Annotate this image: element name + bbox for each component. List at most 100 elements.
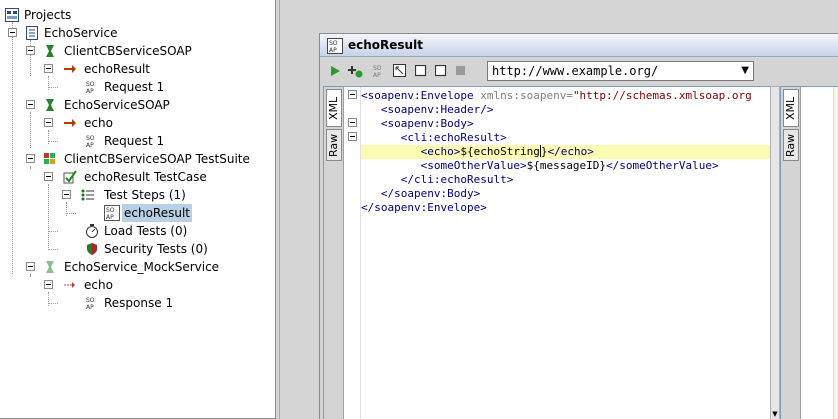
response-xml-pane[interactable]: XML Raw [780, 86, 838, 419]
run-icon[interactable] [326, 62, 344, 80]
code-line: </soapenv:Body> [380, 187, 481, 200]
soap-request-icon[interactable]: SO AP [370, 62, 388, 80]
vertical-scrollbar[interactable]: ▼ [770, 86, 780, 419]
tree-label: EchoService_MockService [64, 260, 220, 274]
tree-item-response-1[interactable]: SO AP Response 1 [0, 294, 270, 312]
mockservice-icon [42, 259, 58, 275]
tree-label: Request 1 [104, 80, 165, 94]
code-line: <soapenv:Envelope xmlns:soapenv="http://… [361, 89, 752, 102]
svg-text:AP: AP [329, 47, 337, 54]
tab-raw[interactable]: Raw [783, 129, 799, 161]
split-horizontal-icon[interactable] [432, 62, 450, 80]
request-xml-pane[interactable]: XML Raw <soapenv:Envelope xmlns:soapenv=… [323, 86, 777, 419]
response-view-tabs: XML Raw [781, 87, 801, 419]
tab-xml[interactable]: XML [783, 89, 799, 127]
code-line: <cli:echoResult> [400, 131, 507, 144]
request-icon: SO AP [84, 79, 100, 95]
tree-label: EchoServiceSOAP [64, 98, 170, 112]
security-icon [84, 241, 100, 257]
tree-label: echoResult [122, 204, 193, 222]
collapse-toggle[interactable] [62, 190, 71, 199]
tree-item-echo-operation[interactable]: echo [0, 114, 270, 132]
svg-text:AP: AP [373, 72, 381, 79]
tree-label: ClientCBServiceSOAP [64, 44, 192, 58]
collapse-toggle[interactable] [8, 28, 17, 37]
request-icon: SO AP [84, 133, 100, 149]
fold-gutter [345, 87, 361, 419]
svg-text:AP: AP [86, 142, 94, 148]
interface-icon [42, 97, 58, 113]
tree-label: echoResult TestCase [84, 170, 207, 184]
response-icon: SO AP [84, 295, 100, 311]
tree-item-security-tests[interactable]: Security Tests (0) [0, 240, 270, 258]
tree-label: echo [84, 278, 113, 292]
svg-text:SO: SO [86, 81, 95, 88]
tree-item-mockservice[interactable]: EchoService_MockService [0, 258, 270, 276]
tree-item-echoservice[interactable]: EchoService [0, 24, 270, 42]
code-line-current: <echo>${echoString}</echo> [361, 145, 776, 159]
collapse-toggle[interactable] [26, 100, 35, 109]
collapse-toggle[interactable] [26, 46, 35, 55]
svg-text:AP: AP [106, 214, 114, 220]
collapse-toggle[interactable] [44, 64, 53, 73]
tab-xml[interactable]: XML [326, 89, 342, 127]
tree-item-mock-echo[interactable]: echo [0, 276, 270, 294]
tree-label: echo [84, 116, 113, 130]
endpoint-value: http://www.example.org/ [492, 64, 659, 78]
scroll-down-icon[interactable]: ▼ [771, 409, 779, 419]
teststeps-icon [80, 187, 96, 203]
split-vertical-icon[interactable] [412, 62, 430, 80]
svg-text:SO: SO [86, 297, 95, 304]
collapse-toggle[interactable] [44, 280, 53, 289]
splitter[interactable] [279, 0, 280, 419]
projects-icon [4, 7, 20, 23]
code-line: <soapenv:Header/> [380, 103, 494, 116]
collapse-toggle[interactable] [26, 154, 35, 163]
tree-item-test-steps[interactable]: Test Steps (1) [0, 186, 270, 204]
code-line: </cli:echoResult> [400, 173, 514, 186]
tree-item-clientcbservicesoap[interactable]: ClientCBServiceSOAP [0, 42, 270, 60]
tree-item-testcase[interactable]: echoResult TestCase [0, 168, 270, 186]
interface-icon [42, 43, 58, 59]
mock-operation-icon [62, 277, 78, 293]
request-view-tabs: XML Raw [324, 87, 344, 419]
tree-item-echoresult-step[interactable]: SO AP echoResult [0, 204, 270, 222]
xml-code-editor[interactable]: <soapenv:Envelope xmlns:soapenv="http://… [361, 87, 776, 419]
endpoint-select[interactable]: http://www.example.org/ ▼ [487, 61, 754, 81]
collapse-toggle[interactable] [26, 262, 35, 271]
stop-icon[interactable] [452, 62, 470, 80]
response-gutter [833, 87, 838, 419]
editor-title-bar[interactable]: SO AP echoResult [320, 34, 838, 57]
chevron-down-icon[interactable]: ▼ [741, 62, 749, 80]
tree-root-projects[interactable]: Projects [0, 6, 270, 24]
tab-raw[interactable]: Raw [326, 129, 342, 161]
code-line: </soapenv:Envelope> [361, 201, 487, 214]
testcase-icon [62, 169, 78, 185]
collapse-toggle[interactable] [44, 118, 53, 127]
add-assertion-icon[interactable] [347, 62, 365, 80]
tree-item-request-1[interactable]: SO AP Request 1 [0, 78, 270, 96]
fold-toggle[interactable] [348, 132, 357, 141]
fold-toggle[interactable] [348, 90, 357, 99]
tree-item-echoservicesoap[interactable]: EchoServiceSOAP [0, 96, 270, 114]
editor-title: echoResult [348, 38, 423, 52]
tree-label: echoResult [84, 62, 151, 76]
tree-label: Test Steps (1) [104, 188, 186, 202]
tree-label: Load Tests (0) [104, 224, 188, 238]
svg-text:SO: SO [329, 40, 338, 47]
tree-label: Response 1 [104, 296, 174, 310]
tree-item-request-1[interactable]: SO AP Request 1 [0, 132, 270, 150]
tree-item-testsuite[interactable]: ClientCBServiceSOAP TestSuite [0, 150, 270, 168]
project-navigator[interactable]: Projects EchoService ClientCBServiceSOAP… [0, 0, 276, 419]
collapse-toggle[interactable] [44, 172, 53, 181]
fold-toggle[interactable] [348, 118, 357, 127]
request-editor-window: SO AP echoResult SO AP http://www.example.… [319, 33, 838, 419]
testsuite-icon [42, 151, 58, 167]
soap-request-icon: SO AP [327, 38, 343, 57]
tree-label: Projects [24, 8, 72, 22]
tree-item-echoresult-operation[interactable]: echoResult [0, 60, 270, 78]
tree-label: EchoService [44, 26, 118, 40]
fullscreen-icon[interactable] [391, 62, 409, 80]
tree-item-load-tests[interactable]: Load Tests (0) [0, 222, 270, 240]
svg-text:SO: SO [86, 135, 95, 142]
